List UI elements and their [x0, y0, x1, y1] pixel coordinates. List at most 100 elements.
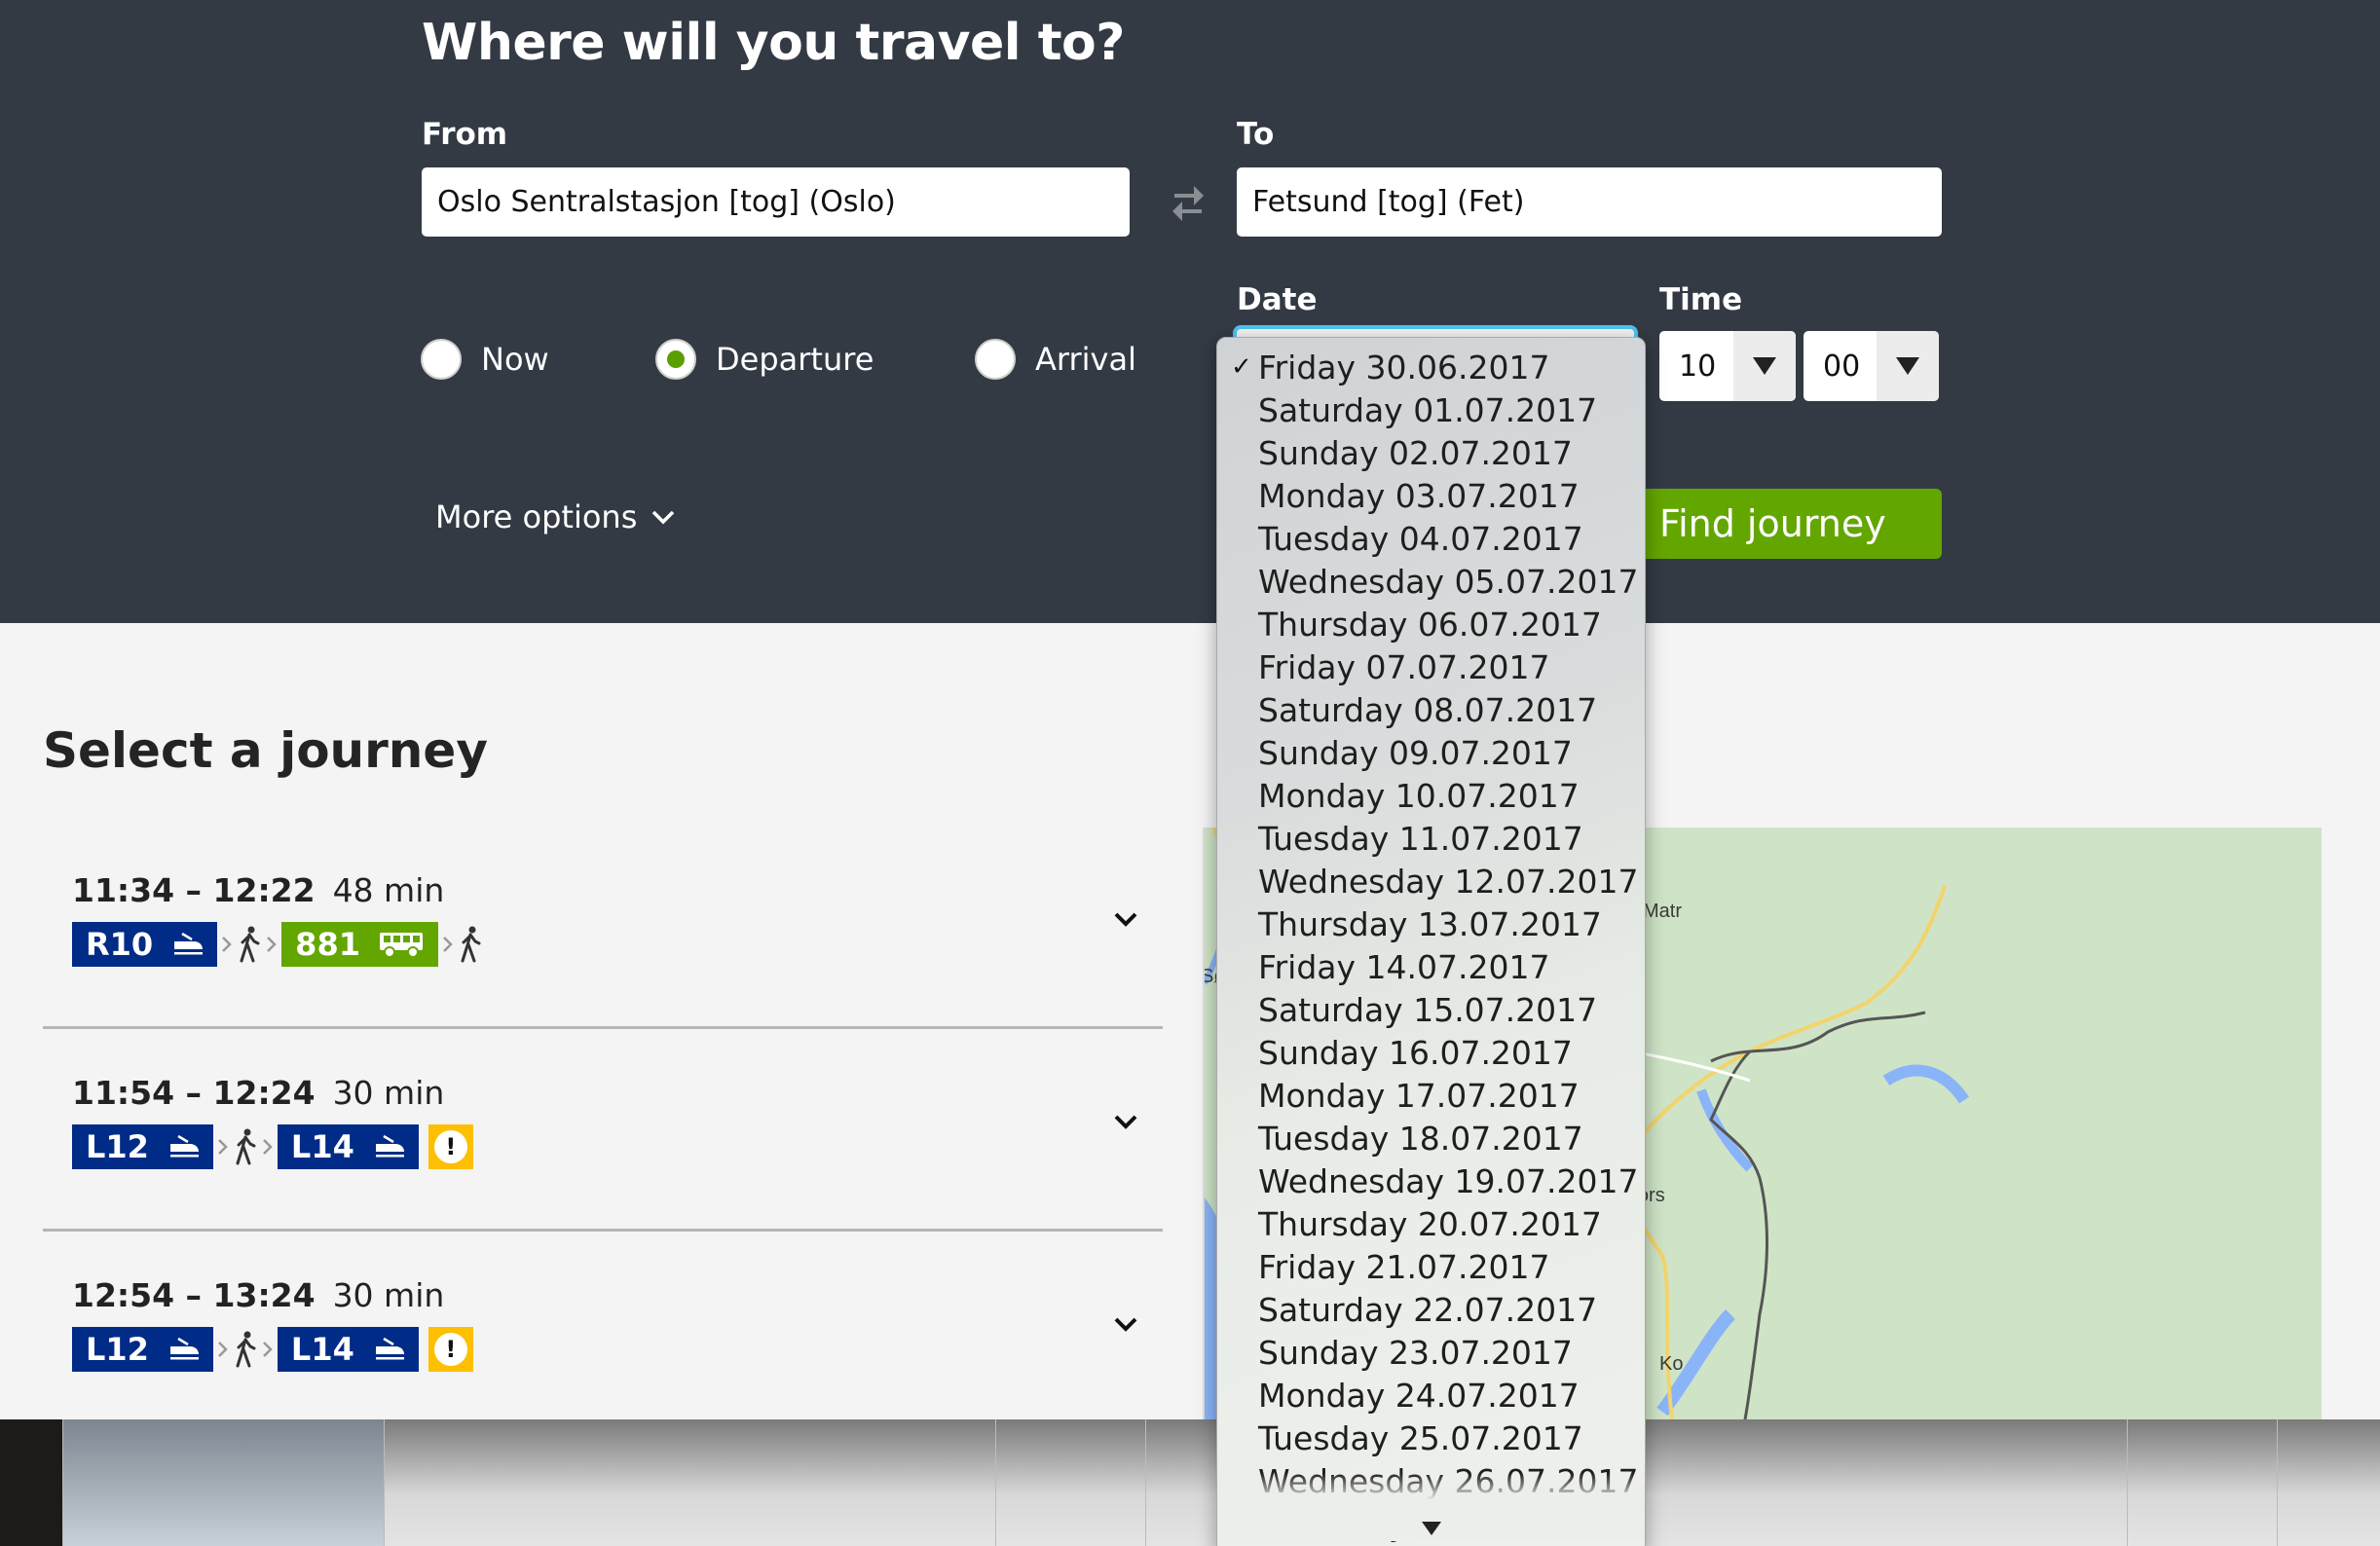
more-options-toggle[interactable]: More options [435, 498, 676, 535]
hour-value: 10 [1679, 349, 1717, 384]
hour-dropdown-arrow[interactable] [1733, 331, 1796, 401]
radio-departure[interactable]: Departure [655, 339, 874, 380]
bottom-strip [0, 1419, 2380, 1546]
date-option[interactable]: Sunday 23.07.2017 [1217, 1331, 1645, 1374]
train-line-badge: R10 [72, 922, 218, 967]
date-option[interactable]: Friday 21.07.2017 [1217, 1245, 1645, 1288]
walk-leg [233, 1128, 258, 1165]
date-option[interactable]: Monday 24.07.2017 [1217, 1374, 1645, 1417]
chevron-right-icon [218, 1342, 228, 1357]
date-option[interactable]: Sunday 02.07.2017 [1217, 431, 1645, 474]
leg-separator [442, 935, 454, 954]
date-option[interactable]: Saturday 15.07.2017 [1217, 988, 1645, 1031]
search-title: Where will you travel to? [422, 14, 1125, 72]
date-option[interactable]: Thursday 20.07.2017 [1217, 1202, 1645, 1245]
journey-divider [43, 1229, 1163, 1232]
date-option[interactable]: Tuesday 25.07.2017 [1217, 1417, 1645, 1459]
date-option[interactable]: Wednesday 12.07.2017 [1217, 860, 1645, 902]
journey-row[interactable]: 11:34 – 12:22 48 min R10 881 [43, 871, 1163, 1074]
date-option[interactable]: Tuesday 18.07.2017 [1217, 1117, 1645, 1160]
train-icon [174, 932, 204, 955]
expand-journey-chevron-icon[interactable] [1106, 1103, 1145, 1142]
bottom-divider [995, 1419, 996, 1546]
date-option[interactable]: Monday 10.07.2017 [1217, 774, 1645, 817]
find-journey-button[interactable]: Find journey [1617, 489, 1942, 559]
date-option-label: Tuesday 18.07.2017 [1258, 1119, 1583, 1158]
walk-leg [233, 1331, 258, 1368]
walk-leg [237, 926, 262, 963]
date-option[interactable]: Friday 07.07.2017 [1217, 645, 1645, 688]
date-dropdown-menu[interactable]: ✓ Friday 30.06.2017 Saturday 01.07.2017 Sun… [1216, 337, 1646, 1546]
expand-journey-chevron-icon[interactable] [1106, 901, 1145, 939]
date-option-label: Saturday 01.07.2017 [1258, 390, 1598, 429]
journey-row[interactable]: 11:54 – 12:24 30 min L12 L14! [43, 1074, 1163, 1276]
expand-journey-chevron-icon[interactable] [1106, 1306, 1145, 1344]
radio-departure-circle[interactable] [655, 339, 696, 380]
train-line-badge: L14 [277, 1327, 419, 1372]
walk-icon [236, 1331, 256, 1368]
date-option[interactable]: Thursday 13.07.2017 [1217, 902, 1645, 945]
to-label: To [1237, 117, 1275, 152]
date-option-label: Friday 30.06.2017 [1258, 348, 1550, 386]
swap-icon [1172, 186, 1204, 221]
date-option[interactable]: Saturday 22.07.2017 [1217, 1288, 1645, 1331]
bus-line-badge: 881 [281, 922, 438, 967]
date-option[interactable]: Friday 14.07.2017 [1217, 945, 1645, 988]
walk-leg [458, 926, 483, 963]
date-option[interactable]: Sunday 09.07.2017 [1217, 731, 1645, 774]
minute-select[interactable]: 00 [1804, 331, 1939, 401]
walk-icon [236, 1128, 256, 1165]
date-option[interactable]: Monday 17.07.2017 [1217, 1074, 1645, 1117]
radio-now[interactable]: Now [421, 339, 549, 380]
date-option-label: Tuesday 25.07.2017 [1258, 1418, 1583, 1457]
journey-time-range: 12:54 – 13:24 [72, 1276, 316, 1314]
date-option-label: Tuesday 04.07.2017 [1258, 519, 1583, 558]
leg-separator [262, 1340, 274, 1359]
date-option[interactable]: Saturday 08.07.2017 [1217, 688, 1645, 731]
chevron-right-icon [218, 1139, 228, 1155]
date-option-label: Thursday 13.07.2017 [1258, 904, 1602, 943]
date-option[interactable]: Sunday 16.07.2017 [1217, 1031, 1645, 1074]
date-option-label: Monday 17.07.2017 [1258, 1076, 1580, 1115]
map-place-label: Ko [1659, 1353, 1684, 1375]
train-line-badge: L14 [277, 1124, 419, 1169]
chevron-right-icon [263, 1139, 273, 1155]
train-icon [375, 1337, 404, 1360]
chevron-right-icon [443, 937, 453, 952]
bottom-divider [2277, 1419, 2278, 1546]
triangle-down-icon [1896, 357, 1919, 375]
radio-arrival-circle[interactable] [975, 339, 1016, 380]
date-option[interactable]: Monday 03.07.2017 [1217, 474, 1645, 517]
hour-select[interactable]: 10 [1659, 331, 1796, 401]
date-option[interactable]: Tuesday 04.07.2017 [1217, 517, 1645, 560]
journey-duration: 48 min [332, 871, 445, 909]
date-option-label: Sunday 02.07.2017 [1258, 433, 1573, 472]
scroll-down-arrow-icon[interactable] [1422, 1522, 1441, 1535]
date-option[interactable]: Wednesday 05.07.2017 [1217, 560, 1645, 603]
leg-separator [221, 935, 233, 954]
radio-now-circle[interactable] [421, 339, 462, 380]
date-option[interactable]: Saturday 01.07.2017 [1217, 388, 1645, 431]
journey-legs: L12 L14! [72, 1327, 473, 1372]
swap-direction-button[interactable] [1169, 180, 1208, 225]
date-option[interactable]: ✓ Friday 30.06.2017 [1217, 346, 1645, 388]
train-icon [169, 1134, 199, 1158]
minute-dropdown-arrow[interactable] [1877, 331, 1939, 401]
chevron-right-icon [267, 937, 277, 952]
radio-arrival[interactable]: Arrival [975, 339, 1136, 380]
from-label: From [422, 117, 508, 152]
from-input[interactable] [422, 167, 1130, 237]
date-option-label: Tuesday 11.07.2017 [1258, 819, 1583, 858]
map-place-label: Matr [1643, 901, 1682, 922]
date-option[interactable]: Thursday 06.07.2017 [1217, 603, 1645, 645]
chevron-down-icon [652, 510, 675, 525]
journey-duration: 30 min [332, 1276, 445, 1314]
walk-icon [240, 926, 260, 963]
warning-badge[interactable]: ! [428, 1327, 473, 1372]
time-label: Time [1659, 282, 1743, 317]
bus-icon [379, 933, 423, 958]
date-option[interactable]: Wednesday 19.07.2017 [1217, 1160, 1645, 1202]
to-input[interactable] [1237, 167, 1942, 237]
warning-badge[interactable]: ! [428, 1124, 473, 1169]
date-option[interactable]: Tuesday 11.07.2017 [1217, 817, 1645, 860]
